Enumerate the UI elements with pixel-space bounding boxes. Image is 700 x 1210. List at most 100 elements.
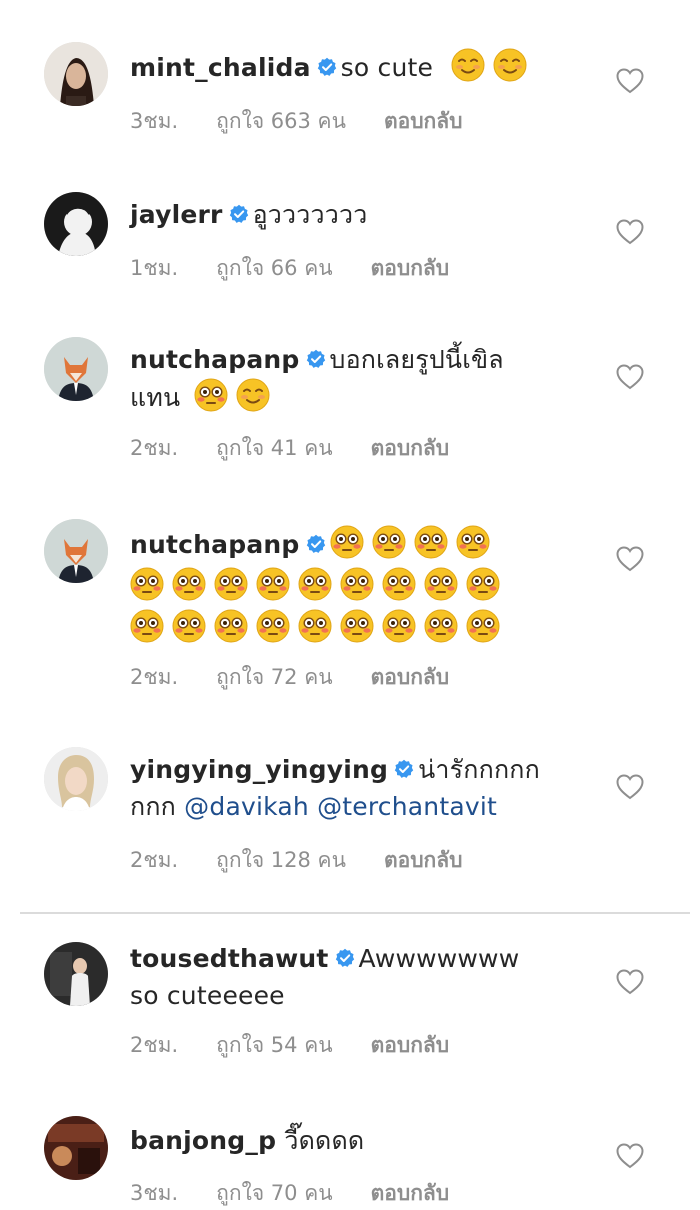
- comment-body: อูววววววว: [252, 200, 368, 229]
- heart-icon[interactable]: [616, 546, 644, 572]
- reply-button[interactable]: ตอบกลับ: [371, 1181, 450, 1205]
- avatar[interactable]: [44, 1116, 108, 1180]
- username[interactable]: yingying_yingying: [130, 755, 388, 784]
- flushed-face-icon: [256, 609, 290, 643]
- comment-meta: 1ชม. ถูกใจ 66 คน ตอบกลับ: [130, 252, 487, 285]
- reply-button[interactable]: ตอบกลับ: [371, 256, 450, 280]
- username[interactable]: nutchapanp: [130, 530, 300, 559]
- flushed-face-icon: [130, 609, 164, 643]
- comment-meta: 2ชม. ถูกใจ 72 คน ตอบกลับ: [130, 661, 487, 694]
- flushed-face-icon: [424, 567, 458, 601]
- heart-icon[interactable]: [616, 774, 644, 800]
- flushed-face-icon: [372, 525, 406, 559]
- flushed-face-icon: [130, 567, 164, 601]
- like-count[interactable]: ถูกใจ 128 คน: [216, 848, 346, 872]
- like-count[interactable]: ถูกใจ 66 คน: [216, 256, 332, 280]
- verified-badge-icon: [306, 349, 326, 369]
- flushed-face-icon: [172, 609, 206, 643]
- comment-body: Awwwwwww: [358, 944, 520, 973]
- reply-button[interactable]: ตอบกลับ: [371, 665, 450, 689]
- timestamp: 2ชม.: [130, 848, 179, 872]
- username[interactable]: nutchapanp: [130, 345, 300, 374]
- timestamp: 2ชม.: [130, 1033, 179, 1057]
- username[interactable]: banjong_p: [130, 1126, 276, 1155]
- like-count[interactable]: ถูกใจ 54 คน: [216, 1033, 332, 1057]
- flushed-face-icon: [172, 567, 206, 601]
- comment-text: jaylerr อูววววววว: [130, 196, 560, 233]
- reply-button[interactable]: ตอบกลับ: [371, 436, 450, 460]
- smiling-face-icon: [493, 48, 527, 82]
- comment-body: วี๊ดดดด: [284, 1126, 365, 1155]
- verified-badge-icon: [229, 204, 249, 224]
- avatar[interactable]: [44, 337, 108, 401]
- divider: [20, 912, 690, 914]
- timestamp: 1ชม.: [130, 256, 179, 280]
- timestamp: 3ชม.: [130, 1181, 179, 1205]
- verified-badge-icon: [306, 534, 326, 554]
- comment-text: nutchapanp บอกเลยรูปนี้เขิล แทน: [130, 341, 560, 416]
- heart-icon[interactable]: [616, 1143, 644, 1169]
- smiling-face-icon: [236, 378, 270, 412]
- emoji-row: [130, 567, 570, 609]
- flushed-face-icon: [424, 609, 458, 643]
- like-count[interactable]: ถูกใจ 41 คน: [216, 436, 332, 460]
- comment-text: nutchapanp: [130, 525, 570, 651]
- avatar[interactable]: [44, 42, 108, 106]
- like-count[interactable]: ถูกใจ 663 คน: [216, 109, 346, 133]
- comment-meta: 2ชม. ถูกใจ 41 คน ตอบกลับ: [130, 432, 487, 465]
- comment-meta: 2ชม. ถูกใจ 128 คน ตอบกลับ: [130, 844, 500, 877]
- comment-meta: 3ชม. ถูกใจ 70 คน ตอบกลับ: [130, 1177, 487, 1210]
- comment-body: บอกเลยรูปนี้เขิล: [329, 345, 504, 374]
- flushed-face-icon: [466, 567, 500, 601]
- heart-icon[interactable]: [616, 969, 644, 995]
- username[interactable]: tousedthawut: [130, 944, 329, 973]
- comment-body-continued: กกก: [130, 792, 177, 821]
- flushed-face-icon: [456, 525, 490, 559]
- mention-link[interactable]: @davikah: [184, 792, 309, 821]
- flushed-face-icon: [340, 609, 374, 643]
- flushed-face-icon: [330, 525, 364, 559]
- flushed-face-icon: [340, 567, 374, 601]
- comment-meta: 2ชม. ถูกใจ 54 คน ตอบกลับ: [130, 1029, 487, 1062]
- verified-badge-icon: [317, 57, 337, 77]
- flushed-face-icon: [382, 567, 416, 601]
- heart-icon[interactable]: [616, 364, 644, 390]
- reply-button[interactable]: ตอบกลับ: [371, 1033, 450, 1057]
- username[interactable]: mint_chalida: [130, 53, 311, 82]
- avatar[interactable]: [44, 192, 108, 256]
- mention-link[interactable]: @terchantavit: [317, 792, 497, 821]
- comment-text: mint_chalida so cute: [130, 48, 560, 86]
- avatar[interactable]: [44, 519, 108, 583]
- comment-body: so cute: [340, 53, 434, 82]
- flushed-face-icon: [256, 567, 290, 601]
- like-count[interactable]: ถูกใจ 72 คน: [216, 665, 332, 689]
- comment-body: น่ารักกกกก: [418, 755, 540, 784]
- reply-button[interactable]: ตอบกลับ: [384, 109, 463, 133]
- heart-icon[interactable]: [616, 68, 644, 94]
- avatar[interactable]: [44, 747, 108, 811]
- verified-badge-icon: [335, 948, 355, 968]
- timestamp: 2ชม.: [130, 665, 179, 689]
- username[interactable]: jaylerr: [130, 200, 223, 229]
- verified-badge-icon: [394, 759, 414, 779]
- like-count[interactable]: ถูกใจ 70 คน: [216, 1181, 332, 1205]
- flushed-face-icon: [214, 609, 248, 643]
- flushed-face-icon: [414, 525, 448, 559]
- heart-icon[interactable]: [616, 219, 644, 245]
- comment-text: tousedthawut Awwwwwww so cuteeeee: [130, 940, 560, 1014]
- avatar[interactable]: [44, 942, 108, 1006]
- flushed-face-icon: [214, 567, 248, 601]
- flushed-face-icon: [298, 609, 332, 643]
- smiling-face-icon: [451, 48, 485, 82]
- comment-body-continued: แทน: [130, 383, 181, 412]
- timestamp: 3ชม.: [130, 109, 179, 133]
- comment-text: banjong_p วี๊ดดดด: [130, 1122, 560, 1159]
- reply-button[interactable]: ตอบกลับ: [384, 848, 463, 872]
- flushed-face-icon: [382, 609, 416, 643]
- flushed-face-icon: [298, 567, 332, 601]
- flushed-face-icon: [194, 378, 228, 412]
- comment-text: yingying_yingying น่ารักกกกก กกก @davikah…: [130, 751, 580, 825]
- comment-body-continued: so cuteeeee: [130, 981, 285, 1010]
- comment-meta: 3ชม. ถูกใจ 663 คน ตอบกลับ: [130, 105, 500, 138]
- timestamp: 2ชม.: [130, 436, 179, 460]
